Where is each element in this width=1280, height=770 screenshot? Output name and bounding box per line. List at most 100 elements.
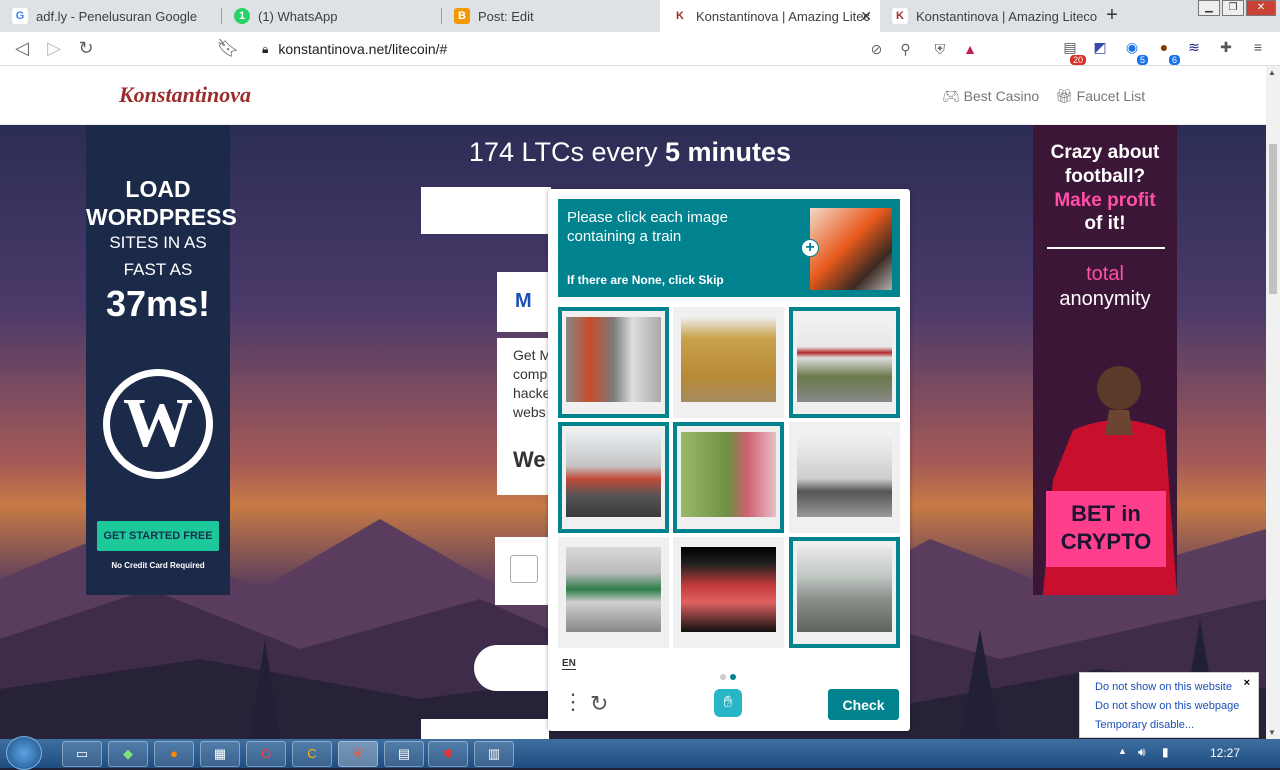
scroll-up-icon[interactable]: ▲ — [1268, 68, 1276, 77]
tab-google[interactable]: Gadf.ly - Penelusuran Google — [0, 0, 222, 32]
captcha-cell[interactable] — [673, 422, 784, 533]
volume-icon[interactable]: 🔊︎ — [1138, 745, 1146, 760]
tab-konstantinova[interactable]: K Konstantinova | Amazing Litecoin — [880, 0, 1098, 32]
app-red-icon[interactable]: ✱ — [428, 741, 468, 767]
ad-note: No Credit Card Required — [111, 561, 205, 570]
ad-line-1: Crazy about football? — [1050, 142, 1160, 187]
tab-blogger[interactable]: B Post: Edit — [442, 0, 660, 32]
malwarebytes-card: M — [497, 272, 552, 332]
captcha-example-image[interactable] — [810, 208, 892, 290]
scrollbar-thumb[interactable] — [1269, 144, 1277, 294]
ad-line-3: of it! — [1084, 213, 1126, 234]
gift-icon: 🎁︎ — [1055, 88, 1077, 104]
whatsapp-icon: 1 — [234, 8, 250, 24]
captcha-cell[interactable] — [558, 307, 669, 418]
tab-whatsapp[interactable]: 1 (1) WhatsApp — [222, 0, 442, 32]
brave-rewards-icon[interactable]: ▲ — [963, 41, 977, 57]
tab-konstantinova-active[interactable]: K Konstantinova | Amazing Litec ✕ — [660, 0, 880, 32]
minimize-button[interactable]: ▁ — [1198, 0, 1220, 16]
ad-subline: SITES IN AS FAST AS — [109, 233, 207, 279]
input-box[interactable] — [421, 187, 551, 234]
nav-best-casino[interactable]: 🎮︎ Best Casino — [942, 88, 1039, 105]
browser-toolbar: ◁ ▷ ↻ 🔖︎ 🔒︎ konstantinova.net/litecoin/#… — [0, 32, 1280, 66]
address-bar[interactable]: 🔒︎ konstantinova.net/litecoin/# ⊘ ⚲ ⛨ ▲ — [252, 36, 977, 62]
nav-faucet-list[interactable]: 🎁︎ Faucet List — [1055, 88, 1145, 105]
captcha-cell[interactable] — [673, 537, 784, 648]
check-button[interactable]: Check — [828, 689, 899, 720]
hcaptcha-logo-icon[interactable]: ✋︎ — [714, 689, 742, 717]
language-selector[interactable]: EN — [562, 658, 576, 670]
zoom-icon[interactable]: ⚲ — [900, 41, 910, 58]
captcha-hint: If there are None, click Skip — [567, 273, 724, 287]
extension-layers-icon[interactable]: ≋ — [1184, 39, 1204, 59]
back-button[interactable]: ◁ — [10, 38, 34, 59]
expand-example-icon[interactable]: + — [801, 239, 819, 257]
url-text: konstantinova.net/litecoin/# — [278, 41, 448, 57]
wordpress-ad[interactable]: LOAD WORDPRESS SITES IN AS FAST AS 37ms!… — [86, 125, 237, 595]
scroll-down-icon[interactable]: ▼ — [1268, 728, 1276, 737]
close-window-button[interactable]: ✕ — [1246, 0, 1276, 16]
captcha-cell[interactable] — [673, 307, 784, 418]
captcha-cell[interactable] — [789, 537, 900, 648]
network-icon[interactable]: ▦ — [200, 741, 240, 767]
reload-button[interactable]: ↻ — [74, 38, 98, 59]
calculator-icon[interactable]: ▥ — [474, 741, 514, 767]
site-favicon-icon: K — [892, 8, 908, 24]
firefox-icon[interactable]: ● — [154, 741, 194, 767]
maximize-button[interactable]: ❐ — [1222, 0, 1244, 16]
tab-label: Post: Edit — [478, 8, 534, 24]
refresh-icon[interactable]: ↻ — [590, 691, 608, 717]
start-button[interactable] — [6, 736, 42, 770]
bookmark-icon[interactable]: 🔖︎ — [216, 38, 240, 59]
crypto-betting-ad[interactable]: Crazy about football? Make profit of it!… — [1033, 125, 1177, 595]
extension-cookie-icon[interactable]: ● 6 — [1154, 39, 1180, 65]
system-tray: ▲ 🔊︎ ▮ 12:27 — [1110, 739, 1280, 768]
captcha-cell[interactable] — [558, 422, 669, 533]
close-tab-icon[interactable]: ✕ — [860, 8, 872, 25]
site-header: Konstantinova 🎮︎ Best Casino 🎁︎ Faucet L… — [0, 66, 1266, 125]
popup-close-icon[interactable]: × — [1244, 677, 1250, 689]
explorer-icon[interactable]: ▭ — [62, 741, 102, 767]
site-logo[interactable]: Konstantinova — [119, 82, 251, 108]
adblock-popup: Do not show on this website Do not show … — [1079, 672, 1259, 738]
notepad-icon[interactable]: ▤ — [384, 741, 424, 767]
submit-pill[interactable] — [474, 645, 552, 691]
network-signal-icon[interactable]: ▮ — [1162, 745, 1169, 759]
extension-a-icon[interactable]: ◉ 5 — [1122, 39, 1148, 65]
captcha-challenge: Please click each image containing a tra… — [548, 189, 910, 731]
bet-in-crypto-button[interactable]: BET in CRYPTO — [1046, 491, 1166, 567]
malwarebytes-text: Get Mcomp hacke webs We — [497, 338, 552, 495]
captcha-cell[interactable] — [789, 422, 900, 533]
page-scrollbar[interactable]: ▲ ▼ — [1266, 66, 1280, 739]
forward-button[interactable]: ▷ — [42, 38, 66, 59]
tab-label: Konstantinova | Amazing Litec — [696, 8, 870, 24]
more-options-icon[interactable]: ⋮ — [562, 691, 584, 713]
ad-divider — [1047, 247, 1165, 249]
extensions-puzzle-icon[interactable]: ✚ — [1216, 39, 1236, 59]
captcha-cell[interactable] — [558, 537, 669, 648]
tab-strip: Gadf.ly - Penelusuran Google 1 (1) WhatsA… — [0, 0, 1280, 32]
tab-label: adf.ly - Penelusuran Google — [36, 8, 198, 24]
popup-option[interactable]: Do not show on this webpage — [1095, 700, 1239, 712]
brave-icon[interactable]: ⛨ — [338, 741, 378, 767]
cast-icon[interactable]: ⊘ — [871, 41, 883, 58]
popup-option[interactable]: Do not show on this website — [1095, 681, 1232, 693]
tray-expand-icon[interactable]: ▲ — [1118, 746, 1127, 756]
ad-line-5: anonymity — [1059, 288, 1151, 310]
captcha-checkbox[interactable] — [510, 555, 538, 583]
ad-headline: LOAD WORDPRESS — [86, 176, 237, 230]
clock[interactable]: 12:27 — [1210, 746, 1240, 760]
brave-shield-icon[interactable]: ⛨ — [935, 41, 946, 58]
new-tab-button[interactable]: + — [1100, 4, 1124, 28]
app-green-icon[interactable]: ◆ — [108, 741, 148, 767]
captcha-cell[interactable] — [789, 307, 900, 418]
popup-option[interactable]: Temporary disable... — [1095, 719, 1194, 731]
app-c-icon[interactable]: C — [292, 741, 332, 767]
get-started-button[interactable]: GET STARTED FREE — [97, 521, 219, 551]
opera-icon[interactable]: O — [246, 741, 286, 767]
headline: 174 LTCs every 5 minutes — [468, 137, 792, 167]
extension-cursor-icon[interactable]: ◩ — [1090, 39, 1110, 59]
captcha-prompt: Please click each image containing a tra… — [567, 209, 728, 245]
extension-news-icon[interactable]: ▤ 20 — [1060, 39, 1086, 65]
menu-icon[interactable]: ≡ — [1248, 39, 1268, 59]
